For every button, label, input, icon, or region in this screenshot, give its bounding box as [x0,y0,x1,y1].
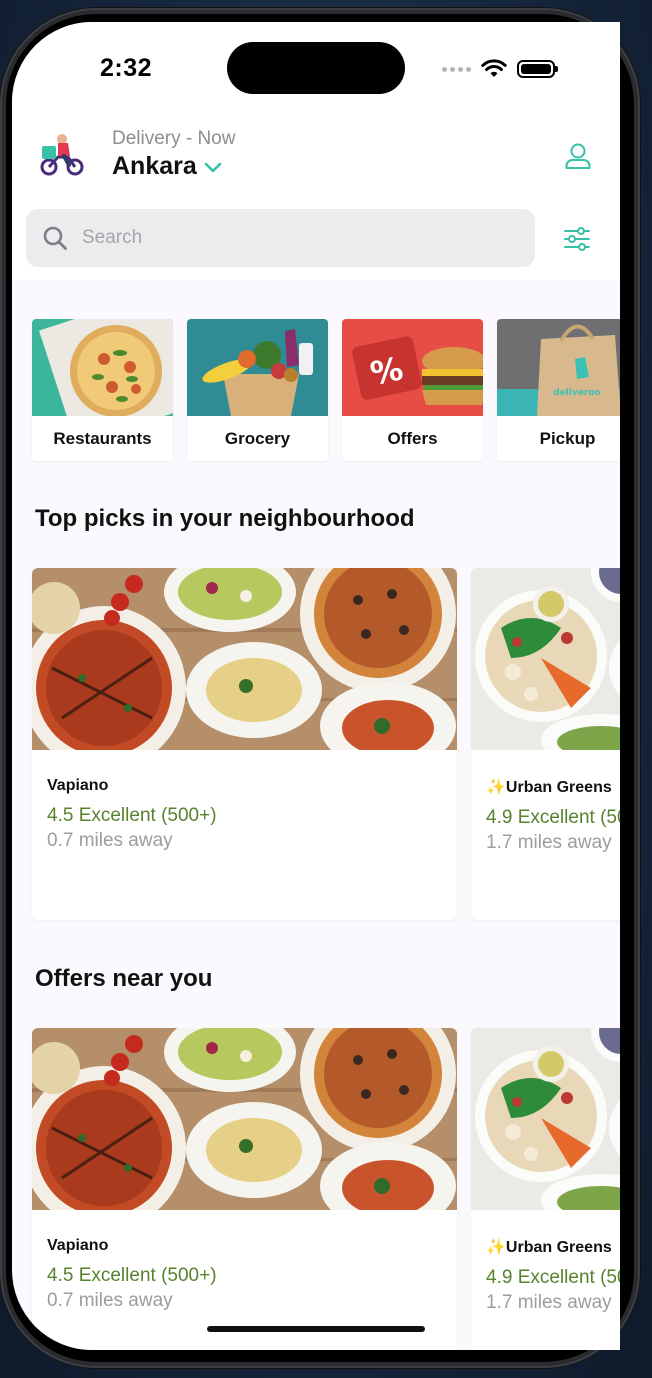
profile-icon[interactable] [562,140,594,172]
offers-carousel: Vapiano 4.5 Excellent (500+) 0.7 miles a… [32,1028,620,1350]
category-label: Offers [387,428,438,448]
restaurant-rating: 4.5 Excellent (500+) [47,1265,217,1286]
restaurant-image [32,568,457,750]
restaurant-distance: 0.7 miles away [47,1290,173,1311]
section-title-offers-near-you: Offers near you [35,965,213,992]
restaurant-distance: 0.7 miles away [47,830,173,851]
category-pickup[interactable]: deliveroo Pickup [497,319,620,461]
restaurant-rating: 4.5 Excellent (500+) [47,805,217,826]
restaurant-card-vapiano[interactable]: Vapiano 4.5 Excellent (500+) 0.7 miles a… [32,568,457,920]
wifi-icon [481,59,507,77]
status-bar: 2:32 [12,22,620,112]
svg-text:deliveroo: deliveroo [553,388,601,398]
restaurant-image [471,568,620,750]
restaurant-distance: 1.7 miles away [486,832,612,853]
category-grocery[interactable]: Grocery [187,319,328,461]
status-icons [442,58,558,80]
restaurant-rating: 4.9 Excellent (500+) [486,807,620,828]
offers-image: % [342,319,483,416]
cellular-icon [442,66,471,72]
restaurant-card-urban-greens[interactable]: ✨Urban Greens 4.9 Excellent (500+) 1.7 m… [471,1028,620,1350]
restaurant-name: Vapiano [47,777,109,794]
restaurant-name: ✨Urban Greens [486,1239,612,1256]
pickup-image: deliveroo [497,319,620,416]
section-title-top-picks: Top picks in your neighbourhood [35,505,415,532]
search-icon [43,226,67,250]
category-restaurants[interactable]: Restaurants [32,319,173,461]
filter-icon[interactable] [562,224,592,254]
restaurants-image [32,319,173,416]
search-bar[interactable] [26,209,535,267]
chevron-down-icon [204,162,222,172]
app-screen: 2:32 Delivery - Now Ankara Search Restau… [12,22,620,1350]
status-time: 2:32 [100,54,153,82]
restaurant-rating: 4.9 Excellent (500+) [486,1267,620,1288]
category-label: Grocery [224,428,291,448]
dynamic-island [227,42,405,94]
restaurant-image [471,1028,620,1210]
category-label: Pickup [539,428,596,448]
restaurant-distance: 1.7 miles away [486,1292,612,1313]
location-name: Ankara [112,152,197,180]
category-offers[interactable]: % Offers [342,319,483,461]
restaurant-card-urban-greens[interactable]: ✨Urban Greens 4.9 Excellent (500+) 1.7 m… [471,568,620,920]
restaurant-card-vapiano[interactable]: Vapiano 4.5 Excellent (500+) 0.7 miles a… [32,1028,457,1350]
category-label: Restaurants [53,428,152,448]
restaurant-name: Vapiano [47,1237,109,1254]
restaurant-image [32,1028,457,1210]
search-input[interactable] [82,227,482,249]
top-picks-carousel: Vapiano 4.5 Excellent (500+) 0.7 miles a… [32,568,620,920]
delivery-rider-icon [40,134,84,176]
app-header: Delivery - Now Ankara [12,112,620,280]
delivery-time-label: Delivery - Now [112,128,236,149]
location-selector[interactable]: Ankara [112,152,223,181]
restaurant-name: ✨Urban Greens [486,779,612,796]
category-list: Restaurants Grocery % Offers deliveroo P… [32,319,620,461]
home-indicator[interactable] [207,1326,425,1332]
grocery-image [187,319,328,416]
battery-icon [517,60,558,78]
